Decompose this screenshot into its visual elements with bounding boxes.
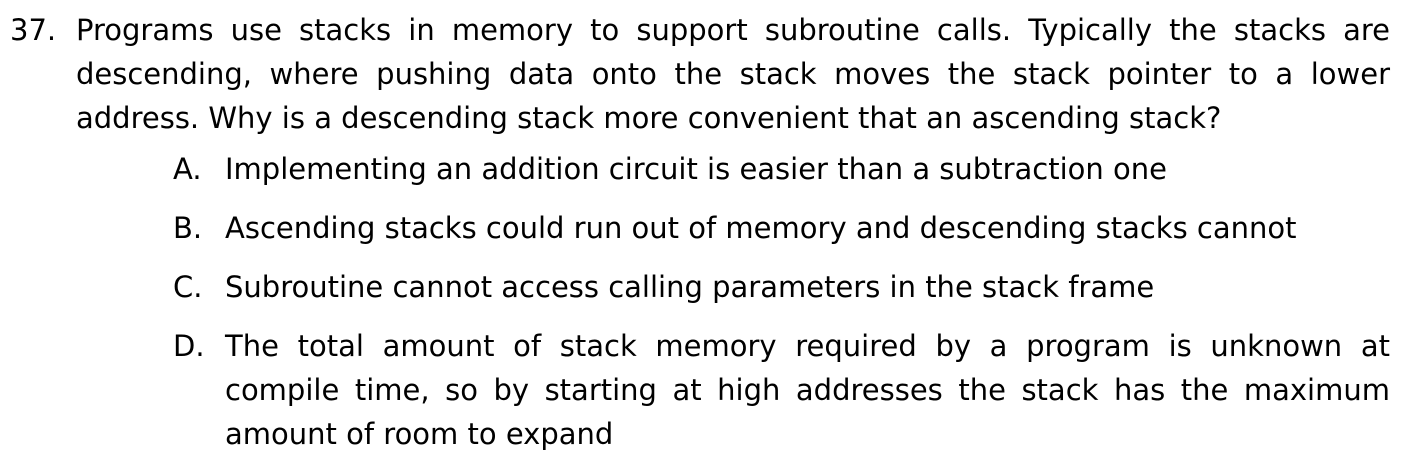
option-b: B. Ascending stacks could run out of mem… — [173, 206, 1390, 250]
option-letter: D. — [173, 329, 205, 363]
option-text: Subroutine cannot access calling paramet… — [225, 270, 1155, 304]
question-block: 37. Programs use stacks in memory to sup… — [10, 8, 1390, 471]
option-text: Ascending stacks could run out of memory… — [225, 211, 1297, 245]
option-letter: B. — [173, 211, 203, 245]
option-text: The total amount of stack memory require… — [225, 329, 1390, 451]
option-letter: A. — [173, 152, 202, 186]
option-c: C. Subroutine cannot access calling para… — [173, 265, 1390, 309]
option-letter: C. — [173, 270, 203, 304]
option-text: Implementing an addition circuit is easi… — [225, 152, 1167, 186]
option-a: A. Implementing an addition circuit is e… — [173, 147, 1390, 191]
question-number: 37. — [10, 13, 57, 47]
question-text: Programs use stacks in memory to support… — [76, 13, 1390, 135]
answer-options: A. Implementing an addition circuit is e… — [173, 147, 1390, 456]
question-stem: 37. Programs use stacks in memory to sup… — [10, 8, 1390, 140]
option-d: D. The total amount of stack memory requ… — [173, 324, 1390, 456]
